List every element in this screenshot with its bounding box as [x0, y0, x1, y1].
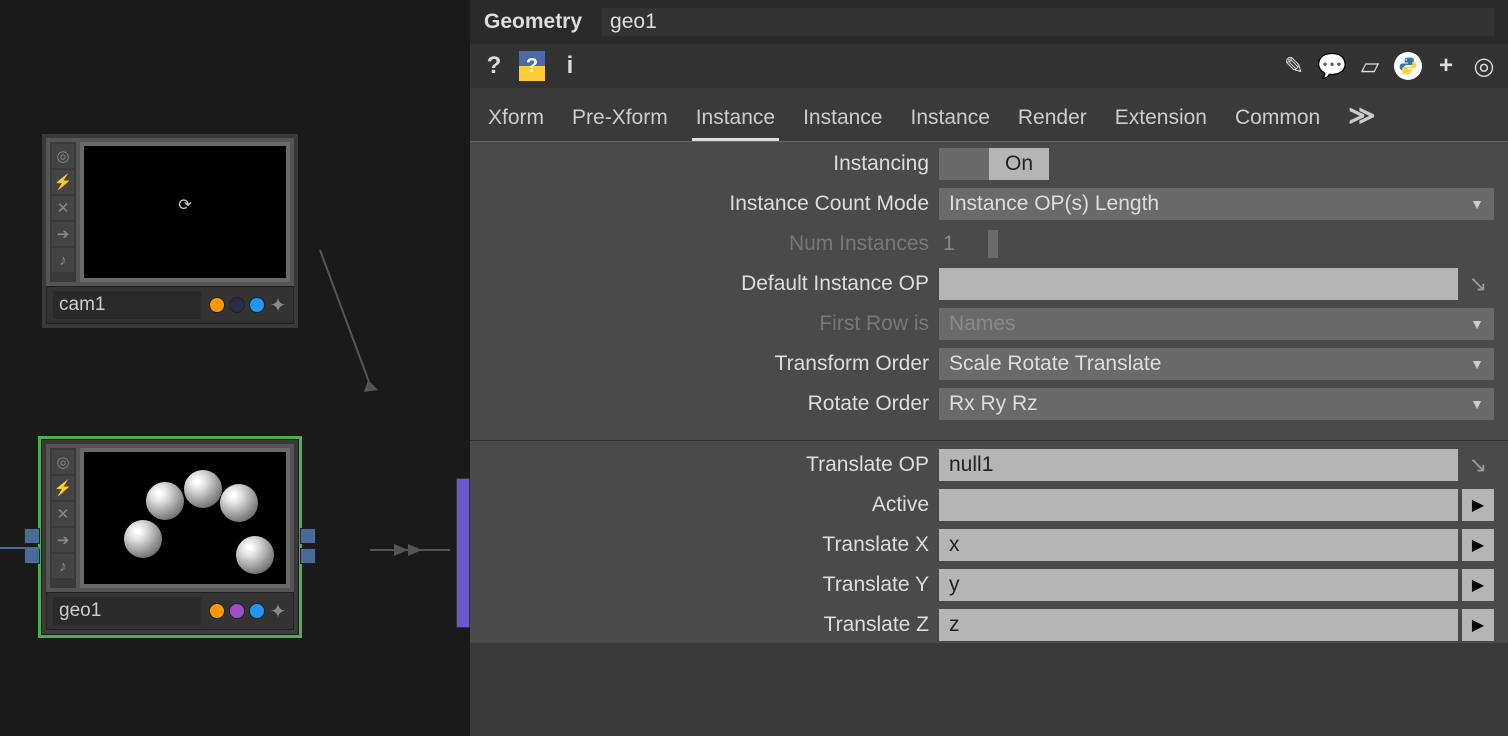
node-viewer-geo1[interactable] — [80, 448, 290, 588]
toggle-instancing[interactable]: On — [939, 148, 1049, 180]
parameter-body: Instancing On Instance Count Mode Instan… — [470, 142, 1508, 643]
param-label-translate-op: Translate OP — [484, 453, 939, 477]
input-translate-x[interactable] — [939, 529, 1458, 561]
plus-icon[interactable]: ✦ — [269, 602, 287, 620]
node-hidden[interactable] — [456, 478, 470, 628]
tab-instance-3[interactable]: Instance — [906, 100, 993, 141]
param-label-default-instance-op: Default Instance OP — [484, 272, 939, 296]
arrow-right-icon[interactable]: ➔ — [52, 528, 74, 552]
target-icon[interactable]: ◎ — [52, 144, 74, 168]
plus-icon[interactable]: ✦ — [269, 296, 287, 314]
tab-common[interactable]: Common — [1231, 100, 1324, 141]
parameter-tabs: Xform Pre-Xform Instance Instance Instan… — [470, 88, 1508, 142]
help-card-icon[interactable]: ? — [518, 50, 546, 82]
chevron-down-icon: ▼ — [1470, 316, 1484, 332]
param-label-active: Active — [484, 493, 939, 517]
node-input-port[interactable] — [24, 528, 40, 544]
chevron-down-icon: ▼ — [1470, 396, 1484, 412]
param-label-first-row-is: First Row is — [484, 312, 939, 336]
node-input-port[interactable] — [24, 548, 40, 564]
tab-xform[interactable]: Xform — [484, 100, 548, 141]
note-icon[interactable]: ♪ — [52, 554, 74, 578]
python-icon[interactable] — [1394, 50, 1422, 82]
x-icon[interactable]: ✕ — [52, 196, 74, 220]
dropdown-first-row-is: Names ▼ — [939, 308, 1494, 340]
param-label-rotate-order: Rotate Order — [484, 392, 939, 416]
link-arrow-icon[interactable]: ↘ — [1462, 449, 1494, 481]
input-translate-z[interactable] — [939, 609, 1458, 641]
node-output-port[interactable] — [300, 528, 316, 544]
node-side-icons: ◎ ⚡ ✕ ➔ ♪ — [50, 142, 76, 282]
node-name-field[interactable]: geo1 — [53, 597, 201, 625]
bolt-icon[interactable]: ⚡ — [52, 170, 74, 194]
notebook-icon[interactable]: ▱ — [1356, 50, 1384, 82]
dropdown-transform-order[interactable]: Scale Rotate Translate ▼ — [939, 348, 1494, 380]
tab-pre-xform[interactable]: Pre-Xform — [568, 100, 672, 141]
tab-instance-2[interactable]: Instance — [799, 100, 886, 141]
input-default-instance-op[interactable] — [939, 268, 1458, 300]
param-label-instance-count-mode: Instance Count Mode — [484, 192, 939, 216]
target-icon[interactable]: ◎ — [1470, 50, 1498, 82]
node-side-icons: ◎ ⚡ ✕ ➔ ♪ — [50, 448, 76, 588]
param-label-translate-y: Translate Y — [484, 573, 939, 597]
flag-display[interactable] — [209, 297, 225, 313]
flag-pickable[interactable] — [249, 603, 265, 619]
op-name-field[interactable]: geo1 — [602, 8, 1494, 36]
flag-display[interactable] — [209, 603, 225, 619]
slider-num-instances — [973, 228, 1494, 260]
menu-play-icon[interactable]: ▶ — [1462, 569, 1494, 601]
pencil-icon[interactable]: ✎ — [1280, 50, 1308, 82]
plus-icon[interactable]: + — [1432, 50, 1460, 82]
tab-extension[interactable]: Extension — [1111, 100, 1211, 141]
bolt-icon[interactable]: ⚡ — [52, 476, 74, 500]
parameter-panel: Geometry geo1 ? ? i ✎ 💬 ▱ + ◎ Xform Pre-… — [470, 0, 1508, 736]
flag-render[interactable] — [229, 297, 245, 313]
param-label-translate-z: Translate Z — [484, 613, 939, 637]
menu-play-icon[interactable]: ▶ — [1462, 489, 1494, 521]
num-instances-value: 1 — [939, 232, 969, 256]
flag-render[interactable] — [229, 603, 245, 619]
param-label-num-instances: Num Instances — [484, 232, 939, 256]
dropdown-rotate-order[interactable]: Rx Ry Rz ▼ — [939, 388, 1494, 420]
flag-pickable[interactable] — [249, 297, 265, 313]
note-icon[interactable]: ♪ — [52, 248, 74, 272]
link-arrow-icon[interactable]: ↘ — [1462, 268, 1494, 300]
parameter-header: Geometry geo1 — [470, 0, 1508, 44]
node-viewer-cam1[interactable]: ⟳ — [80, 142, 290, 282]
chevron-down-icon: ▼ — [1470, 356, 1484, 372]
input-translate-y[interactable] — [939, 569, 1458, 601]
tab-render[interactable]: Render — [1014, 100, 1091, 141]
param-label-transform-order: Transform Order — [484, 352, 939, 376]
input-active[interactable] — [939, 489, 1458, 521]
input-translate-op[interactable] — [939, 449, 1458, 481]
info-icon[interactable]: i — [556, 50, 584, 82]
arrow-right-icon[interactable]: ➔ — [52, 222, 74, 246]
node-cam1[interactable]: ◎ ⚡ ✕ ➔ ♪ ⟳ cam1 ✦ — [42, 134, 298, 328]
network-editor-panel[interactable]: ◎ ⚡ ✕ ➔ ♪ ⟳ cam1 ✦ — [0, 0, 470, 736]
comment-icon[interactable]: 💬 — [1318, 50, 1346, 82]
op-type-label: Geometry — [484, 10, 582, 34]
target-icon[interactable]: ◎ — [52, 450, 74, 474]
help-question-icon[interactable]: ? — [480, 50, 508, 82]
parameter-toolbar: ? ? i ✎ 💬 ▱ + ◎ — [470, 44, 1508, 88]
menu-play-icon[interactable]: ▶ — [1462, 529, 1494, 561]
tabs-overflow-icon[interactable]: ≫ — [1344, 100, 1379, 141]
param-label-translate-x: Translate X — [484, 533, 939, 557]
dropdown-instance-count-mode[interactable]: Instance OP(s) Length ▼ — [939, 188, 1494, 220]
node-geo1[interactable]: ◎ ⚡ ✕ ➔ ♪ geo1 — [42, 440, 298, 634]
menu-play-icon[interactable]: ▶ — [1462, 609, 1494, 641]
node-name-field[interactable]: cam1 — [53, 291, 201, 319]
chevron-down-icon: ▼ — [1470, 196, 1484, 212]
x-icon[interactable]: ✕ — [52, 502, 74, 526]
param-label-instancing: Instancing — [484, 152, 939, 176]
node-output-port[interactable] — [300, 548, 316, 564]
tab-instance[interactable]: Instance — [692, 100, 779, 141]
